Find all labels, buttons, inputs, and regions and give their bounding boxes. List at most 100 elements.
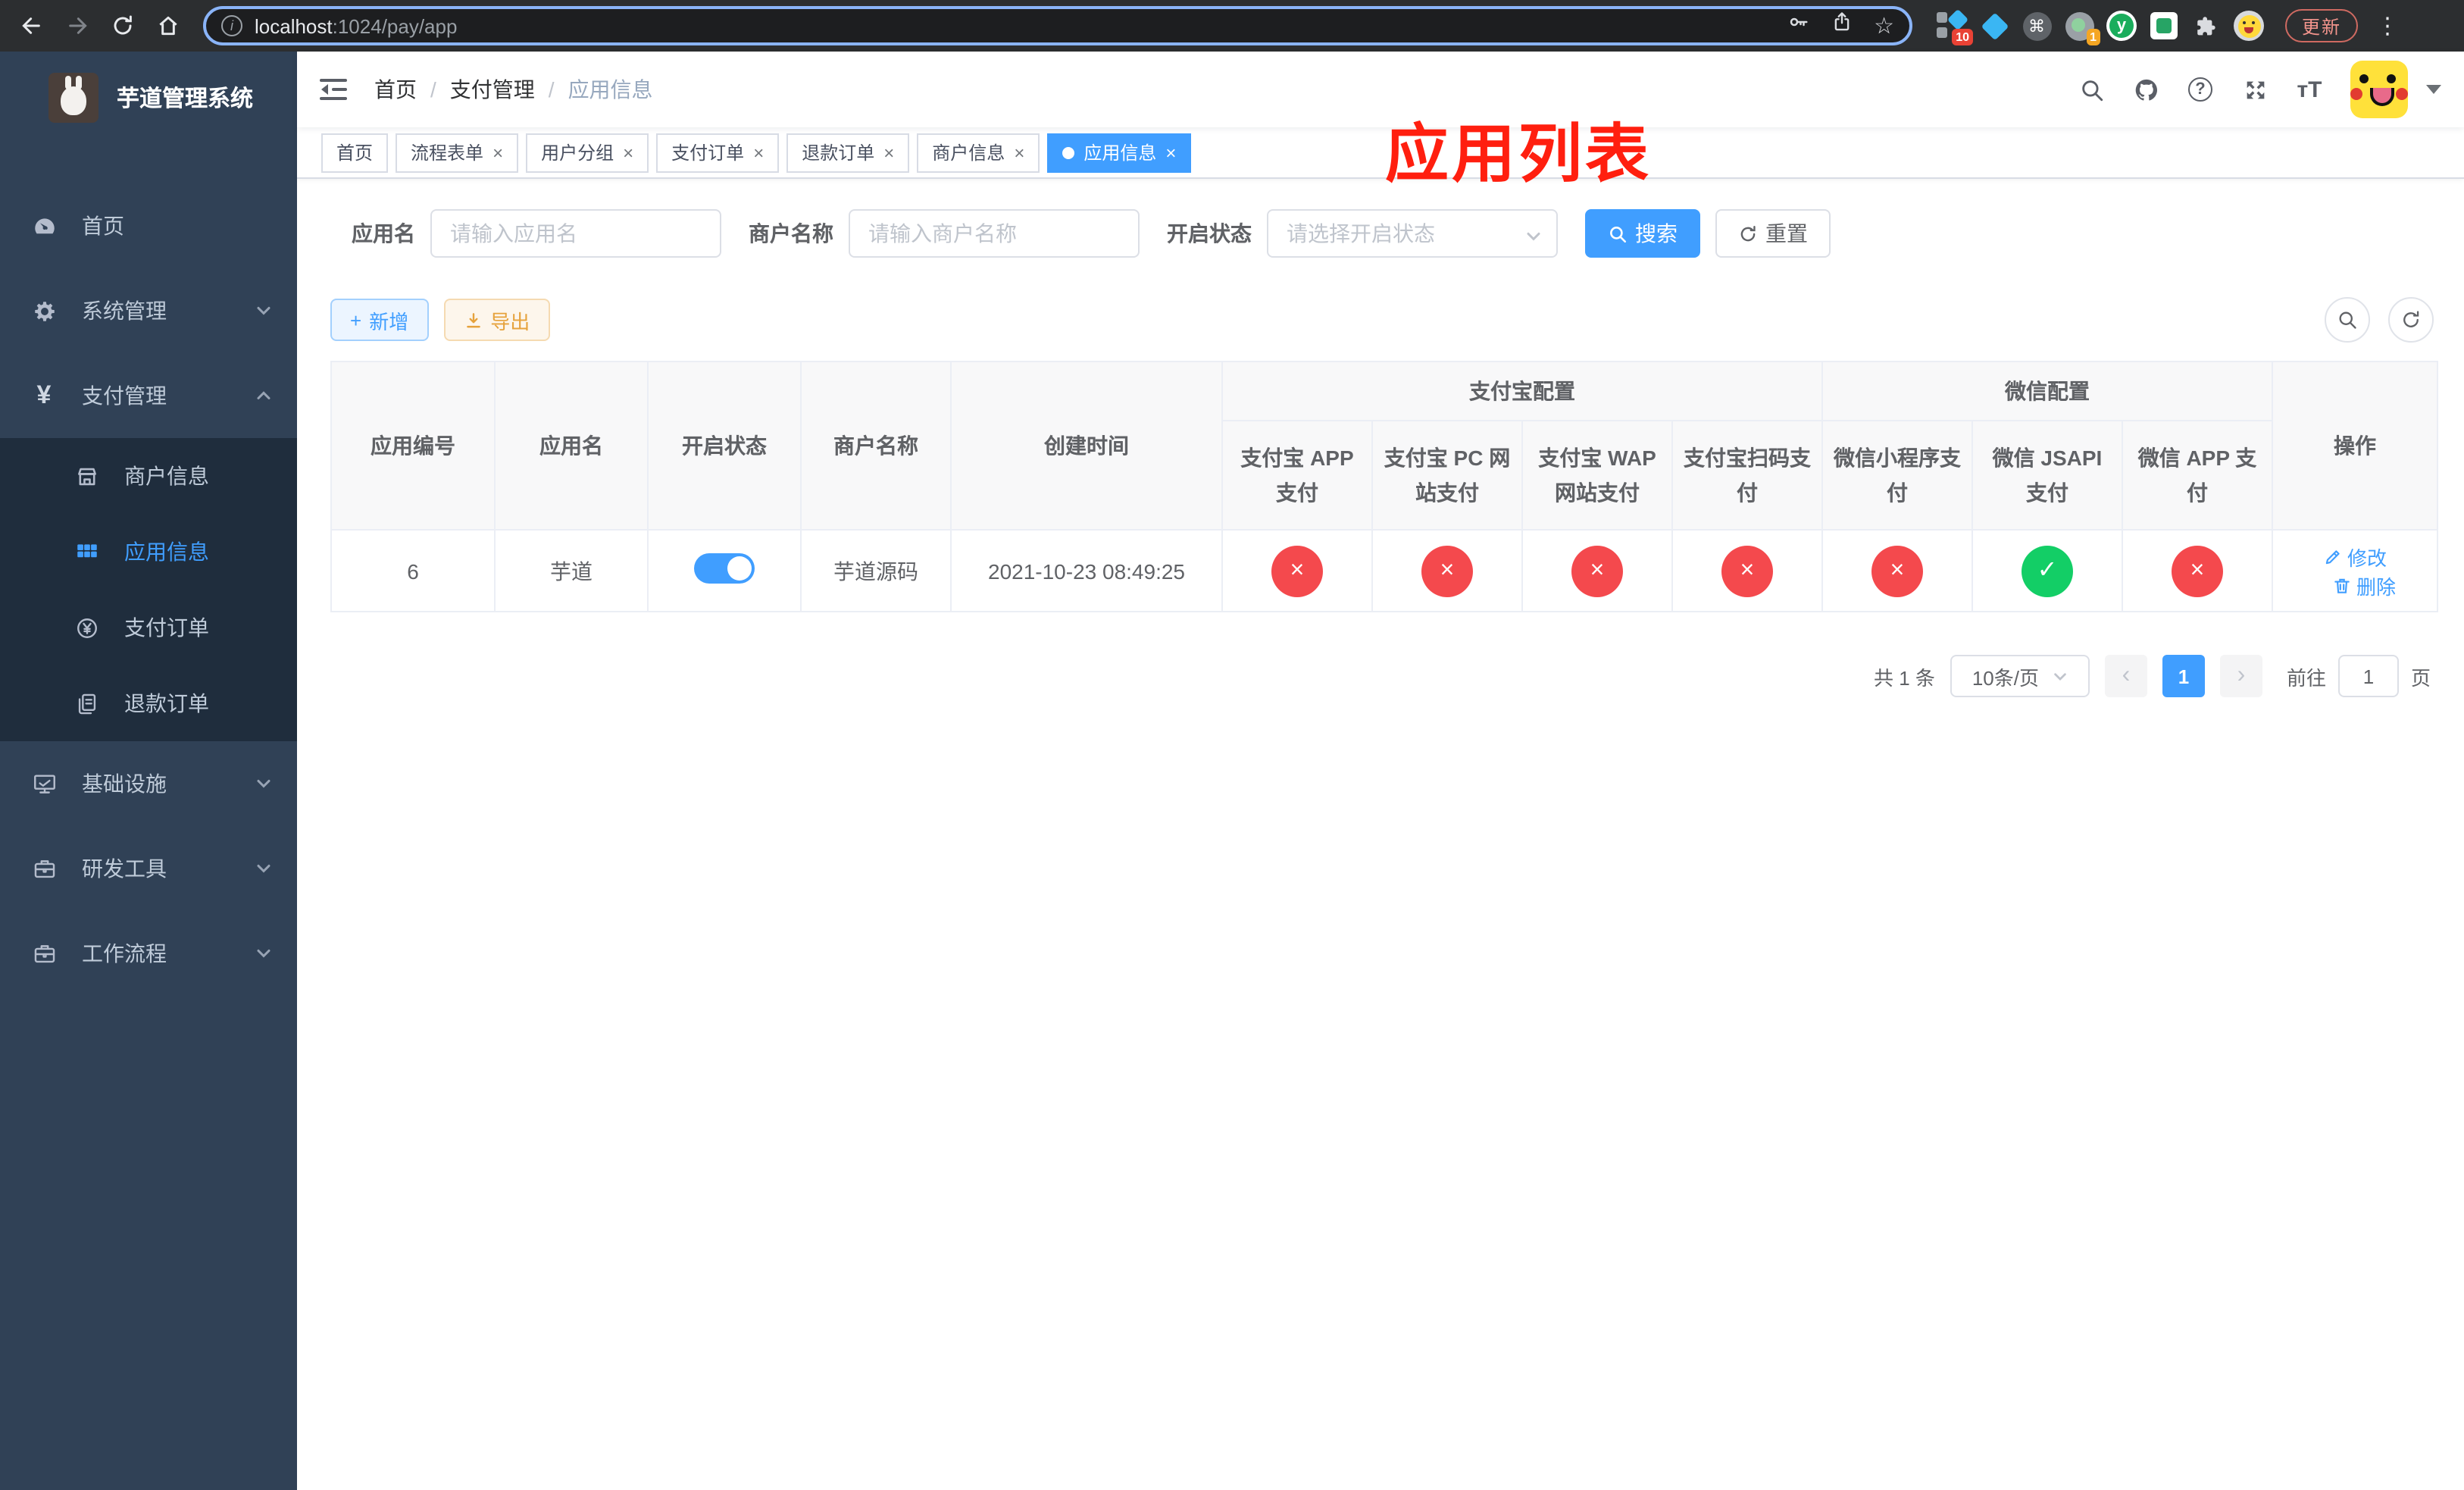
- goto-page-input[interactable]: [2337, 655, 2399, 697]
- browser-profile-avatar[interactable]: [2234, 11, 2264, 41]
- search-form: 应用名 商户名称 开启状态 请选择开启状态 搜索: [330, 209, 2434, 258]
- sidebar-item-pay[interactable]: ¥ 支付管理: [0, 353, 297, 438]
- prev-page-button[interactable]: ‹: [2104, 655, 2147, 697]
- close-icon[interactable]: ×: [1014, 142, 1024, 163]
- reset-button[interactable]: 重置: [1715, 209, 1831, 258]
- tab-user-group[interactable]: 用户分组 ×: [526, 133, 649, 172]
- sidebar-item-home[interactable]: 首页: [0, 183, 297, 268]
- goto-label: 前往: [2286, 666, 2326, 689]
- site-info-icon[interactable]: i: [221, 15, 242, 36]
- next-page-button[interactable]: ›: [2219, 655, 2262, 697]
- extension-notes-icon[interactable]: [2149, 11, 2179, 41]
- tab-process-form[interactable]: 流程表单 ×: [396, 133, 519, 172]
- sidebar-fold-icon[interactable]: [320, 74, 350, 105]
- sidebar-item-dev-tools[interactable]: 研发工具: [0, 826, 297, 911]
- search-button[interactable]: 搜索: [1585, 209, 1700, 258]
- page-1-button[interactable]: 1: [2162, 655, 2205, 697]
- col-header-wx-app: 微信 APP 支付: [2122, 420, 2273, 531]
- sidebar-item-merchant-info[interactable]: 商户信息: [0, 438, 297, 514]
- col-header-app-id: 应用编号: [330, 361, 496, 531]
- extension-kite-icon[interactable]: [1979, 11, 2009, 41]
- navbar: 首页 / 支付管理 / 应用信息 ? тT: [297, 52, 2464, 127]
- extension-workspace-icon[interactable]: 10: [1937, 8, 1973, 45]
- page-size-select[interactable]: 10条/页: [1950, 655, 2090, 697]
- sidebar-item-pay-order[interactable]: 支付订单: [0, 590, 297, 665]
- close-icon[interactable]: ×: [753, 142, 764, 163]
- breadcrumb-home[interactable]: 首页: [374, 74, 417, 105]
- address-bar[interactable]: i localhost:1024/pay/app ☆: [203, 6, 1912, 45]
- pagination-total: 共 1 条: [1874, 666, 1935, 689]
- tags-view-bar: 首页 流程表单 × 用户分组 × 支付订单 × 退款订单 × 商户信息 × 应用信息 ×: [297, 127, 2464, 179]
- help-icon[interactable]: ?: [2181, 70, 2220, 109]
- sidebar-item-app-info[interactable]: 应用信息: [0, 514, 297, 590]
- grid-icon: [73, 538, 100, 565]
- app-title: 芋道管理系统: [117, 86, 254, 111]
- add-button[interactable]: + 新增: [330, 299, 429, 341]
- tab-merchant-info[interactable]: 商户信息 ×: [917, 133, 1040, 172]
- col-group-wechat: 微信配置: [1821, 361, 2273, 421]
- extensions-puzzle-icon[interactable]: [2191, 11, 2222, 41]
- col-header-status: 开启状态: [647, 361, 802, 531]
- browser-reload-icon[interactable]: [103, 6, 142, 45]
- sidebar-item-system[interactable]: 系统管理: [0, 268, 297, 353]
- app-name-input[interactable]: [430, 209, 721, 258]
- extension-recorder-icon[interactable]: 1: [2064, 11, 2100, 45]
- bookmark-star-icon[interactable]: ☆: [1874, 14, 1894, 37]
- goto-unit: 页: [2410, 666, 2431, 689]
- export-button[interactable]: 导出: [443, 299, 550, 341]
- avatar-caret-icon[interactable]: [2426, 85, 2441, 94]
- font-size-icon[interactable]: тT: [2290, 70, 2329, 109]
- pagination: 共 1 条 10条/页 ‹ 1 › 前往 页: [330, 655, 2434, 697]
- tab-refund-order[interactable]: 退款订单 ×: [786, 133, 910, 172]
- col-header-alipay-app: 支付宝 APP 支付: [1221, 420, 1373, 531]
- close-icon[interactable]: ×: [623, 142, 633, 163]
- sidebar-item-infra[interactable]: 基础设施: [0, 741, 297, 826]
- status-toggle[interactable]: [694, 553, 755, 584]
- edit-button[interactable]: 修改: [2323, 542, 2387, 571]
- breadcrumb-section[interactable]: 支付管理: [450, 74, 535, 105]
- browser-back-icon[interactable]: [12, 6, 52, 45]
- monitor-icon: [30, 770, 58, 797]
- browser-home-icon[interactable]: [149, 6, 188, 45]
- refresh-button[interactable]: [2388, 297, 2434, 343]
- extension-y-icon[interactable]: y: [2106, 11, 2137, 41]
- status-cross-icon: ×: [1871, 545, 1923, 596]
- toggle-search-button[interactable]: [2325, 297, 2370, 343]
- table-row: 6 芋道 芋道源码 2021-10-23 08:49:25 × × × × × …: [330, 529, 2438, 612]
- close-icon[interactable]: ×: [1165, 142, 1176, 163]
- browser-update-button[interactable]: 更新: [2285, 9, 2359, 42]
- extension-badge: 10: [1952, 29, 1973, 45]
- browser-menu-icon[interactable]: ⋮: [2376, 12, 2399, 39]
- sidebar-item-workflow[interactable]: 工作流程: [0, 911, 297, 996]
- user-avatar[interactable]: [2350, 61, 2408, 118]
- yen-icon: ¥: [36, 380, 52, 409]
- status-select[interactable]: 请选择开启状态: [1267, 209, 1558, 258]
- sidebar-item-refund-order[interactable]: 退款订单: [0, 665, 297, 741]
- close-icon[interactable]: ×: [883, 142, 894, 163]
- col-group-alipay: 支付宝配置: [1221, 361, 1823, 421]
- header-search-icon[interactable]: [2072, 70, 2111, 109]
- close-icon[interactable]: ×: [492, 142, 503, 163]
- col-header-alipay-qr: 支付宝扫码支付: [1671, 420, 1823, 531]
- browser-forward-icon[interactable]: [58, 6, 97, 45]
- delete-button[interactable]: 删除: [2332, 571, 2396, 599]
- share-icon[interactable]: [1830, 11, 1853, 41]
- tab-app-info[interactable]: 应用信息 ×: [1047, 133, 1192, 172]
- chevron-up-icon: [255, 387, 273, 405]
- gear-icon: [30, 297, 58, 324]
- fullscreen-icon[interactable]: [2235, 70, 2275, 109]
- breadcrumb: 首页 / 支付管理 / 应用信息: [374, 74, 653, 105]
- tab-home[interactable]: 首页: [321, 133, 389, 172]
- app-name-label: 应用名: [352, 221, 415, 246]
- page-content: 应用名 商户名称 开启状态 请选择开启状态 搜索: [297, 179, 2464, 1490]
- merchant-name-input[interactable]: [849, 209, 1140, 258]
- browser-toolbar: i localhost:1024/pay/app ☆ 10 ⌘ 1 y 更新 ⋮: [0, 0, 2464, 52]
- password-key-icon[interactable]: [1786, 11, 1809, 41]
- extension-command-icon[interactable]: ⌘: [2022, 11, 2052, 41]
- cell-merchant: 芋道源码: [800, 529, 952, 612]
- github-icon[interactable]: [2126, 70, 2165, 109]
- col-header-wx-lite: 微信小程序支付: [1821, 420, 1973, 531]
- tab-pay-order[interactable]: 支付订单 ×: [656, 133, 780, 172]
- app-logo-row[interactable]: 芋道管理系统: [0, 52, 297, 142]
- col-header-created: 创建时间: [950, 361, 1223, 531]
